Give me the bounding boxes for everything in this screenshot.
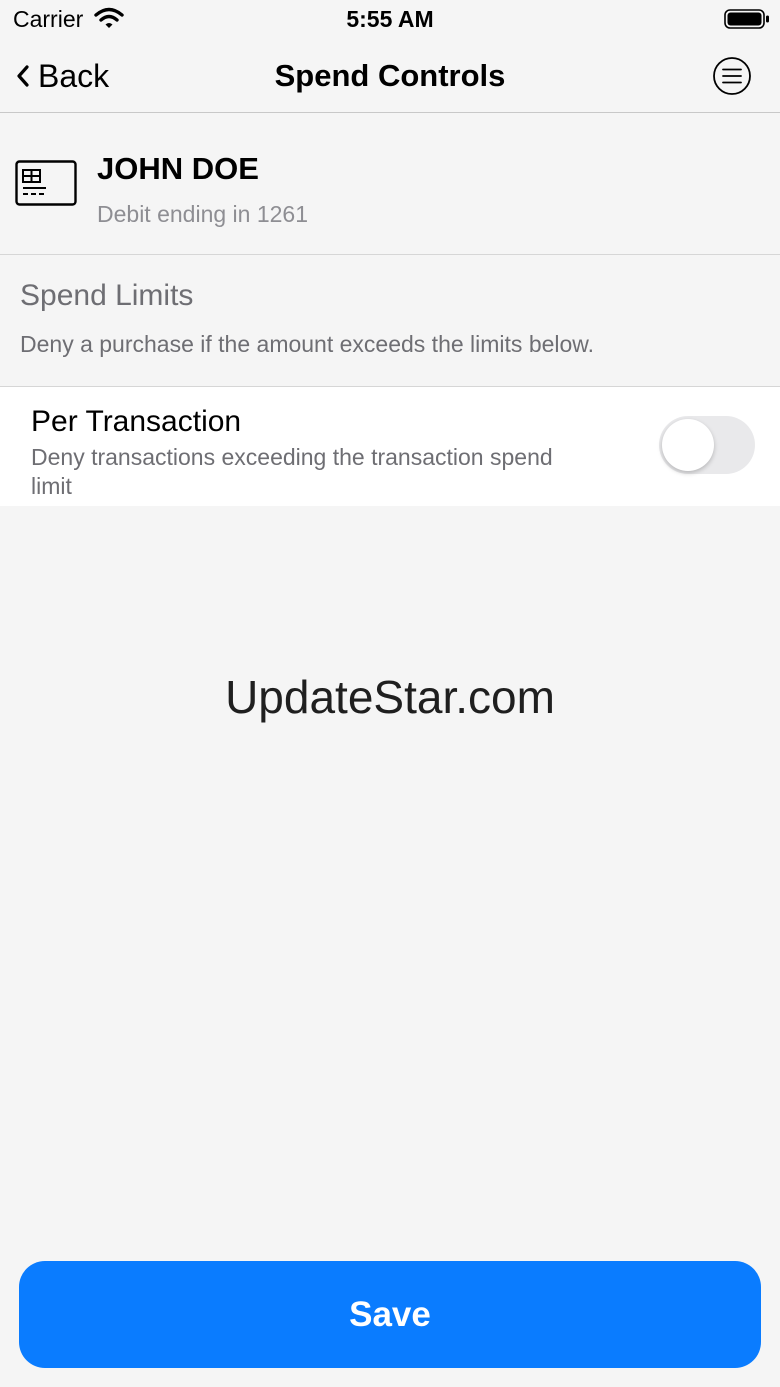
spend-limits-section: Spend Limits Deny a purchase if the amou… xyxy=(0,255,780,387)
page-title: Spend Controls xyxy=(274,58,506,93)
per-transaction-toggle[interactable] xyxy=(659,416,755,474)
per-transaction-row: Per Transaction Deny transactions exceed… xyxy=(0,387,780,506)
row-description: Deny transactions exceeding the transact… xyxy=(31,444,553,499)
battery-icon xyxy=(724,9,769,29)
section-title: Spend Limits xyxy=(20,279,194,312)
save-button[interactable]: Save xyxy=(19,1261,761,1368)
card-subtitle: Debit ending in 1261 xyxy=(97,201,308,227)
card-icon xyxy=(15,160,77,206)
row-title: Per Transaction xyxy=(31,405,242,438)
menu-circle-icon[interactable] xyxy=(712,56,752,96)
cardholder-name: JOHN DOE xyxy=(97,151,259,186)
status-bar: Carrier 5:55 AM xyxy=(0,0,780,40)
section-description: Deny a purchase if the amount exceeds th… xyxy=(20,331,595,357)
status-time: 5:55 AM xyxy=(346,6,434,32)
watermark: UpdateStar.com xyxy=(225,671,555,723)
card-header: JOHN DOE Debit ending in 1261 xyxy=(0,113,780,255)
toggle-knob xyxy=(662,419,714,471)
navigation-bar: Back Spend Controls xyxy=(0,40,780,113)
